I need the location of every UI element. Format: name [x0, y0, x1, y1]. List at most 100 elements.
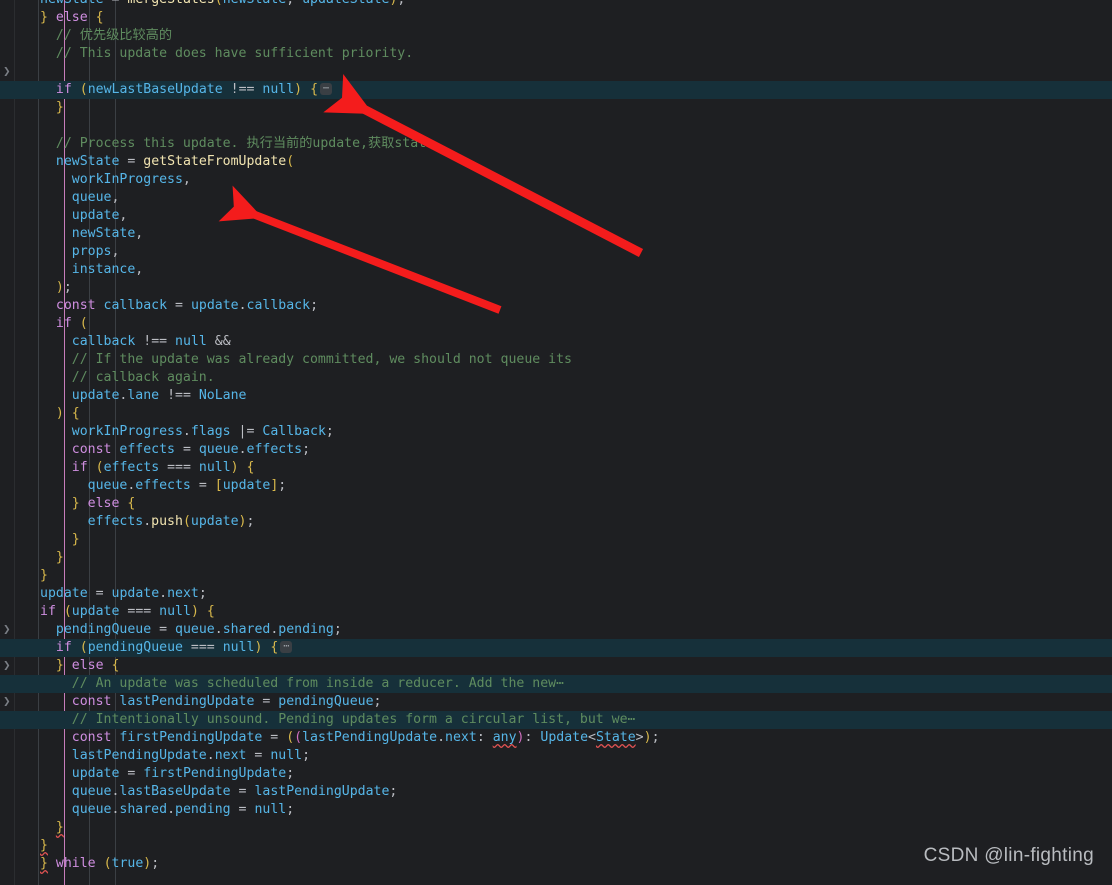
code-line-text: if (pendingQueue === null) {⋯	[40, 639, 293, 657]
code-line-text: instance,	[71, 262, 144, 277]
chevron-right-icon[interactable]: ❯	[3, 63, 12, 81]
code-line[interactable]: }	[0, 567, 1112, 585]
code-line[interactable]: instance,	[0, 261, 1112, 279]
code-line-text: update,	[71, 208, 128, 223]
code-line-text: callback !== null &&	[71, 334, 231, 349]
code-line[interactable]: } else {	[0, 495, 1112, 513]
code-line-text: // 优先级比较高的	[55, 28, 173, 43]
code-line[interactable]: queue.shared.pending = null;	[0, 801, 1112, 819]
chevron-right-icon[interactable]: ❯	[3, 621, 12, 639]
chevron-right-icon[interactable]: ❯	[3, 693, 12, 711]
code-line-text: update = firstPendingUpdate;	[71, 766, 295, 781]
code-line[interactable]: update = update.next;	[0, 585, 1112, 603]
code-line-text: pendingQueue = queue.shared.pending;	[55, 622, 342, 637]
watermark: CSDN @lin-fighting	[923, 845, 1094, 866]
code-line[interactable]: } else { ❯	[0, 657, 1112, 675]
code-line[interactable]: const callback = update.callback;	[0, 297, 1112, 315]
code-line[interactable]: const effects = queue.effects;	[0, 441, 1112, 459]
chevron-right-icon[interactable]: ❯	[3, 657, 12, 675]
code-line[interactable]: newState = mergeStates(newState, updateS…	[0, 0, 1112, 9]
code-line[interactable]: }	[0, 531, 1112, 549]
code-line[interactable]: } else {	[0, 9, 1112, 27]
code-line[interactable]: callback !== null &&	[0, 333, 1112, 351]
code-line[interactable]: // Intentionally unsound. Pending update…	[0, 711, 1112, 729]
code-line-text: queue.shared.pending = null;	[71, 802, 295, 817]
code-line[interactable]: // If the update was already committed, …	[0, 351, 1112, 369]
folded-code-badge[interactable]: ⋯	[320, 83, 333, 95]
code-line-text: queue.effects = [update];	[87, 478, 287, 493]
code-line-text: const lastPendingUpdate = pendingQueue;	[71, 694, 382, 709]
code-line-text: if (update === null) {	[40, 604, 215, 619]
code-line-text: update.lane !== NoLane	[71, 388, 247, 403]
code-line[interactable]: pendingQueue = queue.shared.pending; ❯	[0, 621, 1112, 639]
code-line-text: // Intentionally unsound. Pending update…	[71, 712, 636, 727]
code-line[interactable]: }	[0, 99, 1112, 117]
code-line-text: } while (true);	[40, 856, 160, 871]
code-line-text: props,	[71, 244, 120, 259]
code-line-text: } else {	[55, 658, 120, 673]
code-line[interactable]: const lastPendingUpdate = pendingQueue; ❯	[0, 693, 1112, 711]
code-line[interactable]: lastPendingUpdate.next = null;	[0, 747, 1112, 765]
code-line[interactable]: if (pendingQueue === null) {⋯	[0, 639, 1112, 657]
code-line-text: const callback = update.callback;	[55, 298, 319, 313]
code-line-text: );	[55, 280, 72, 295]
code-line[interactable]: // Process this update. 执行当前的update,获取st…	[0, 135, 1112, 153]
code-line-text: }	[55, 820, 64, 835]
code-line-text: update = update.next;	[40, 586, 207, 601]
code-line[interactable]: if (	[0, 315, 1112, 333]
code-line-text: // An update was scheduled from inside a…	[71, 676, 565, 691]
code-line-text: // callback again.	[71, 370, 215, 385]
code-line[interactable]: props,	[0, 243, 1112, 261]
code-line-text: if (	[55, 316, 88, 331]
code-line-text: if (newLastBaseUpdate !== null) {⋯	[40, 81, 333, 99]
code-line[interactable]: update,	[0, 207, 1112, 225]
code-line-text: effects.push(update);	[87, 514, 255, 529]
code-line-text: workInProgress.flags |= Callback;	[71, 424, 334, 439]
code-line[interactable]	[0, 117, 1112, 135]
code-line[interactable]: workInProgress,	[0, 171, 1112, 189]
code-line[interactable]: queue.lastBaseUpdate = lastPendingUpdate…	[0, 783, 1112, 801]
code-line[interactable]: if (update === null) {	[0, 603, 1112, 621]
code-line-text: // If the update was already committed, …	[71, 352, 572, 367]
code-line[interactable]: // An update was scheduled from inside a…	[0, 675, 1112, 693]
code-line-text: newState = mergeStates(newState, updateS…	[40, 0, 405, 9]
code-line[interactable]: }	[0, 819, 1112, 837]
code-content[interactable]: newState = mergeStates(newState, updateS…	[0, 0, 1112, 876]
code-line[interactable]: update = firstPendingUpdate;	[0, 765, 1112, 783]
code-line-text: } else {	[71, 496, 136, 511]
code-line[interactable]: // callback again.	[0, 369, 1112, 387]
code-line[interactable]: if (effects === null) {	[0, 459, 1112, 477]
code-line-text: }	[55, 550, 64, 565]
code-line[interactable]: );	[0, 279, 1112, 297]
code-line-text: }	[55, 100, 64, 115]
code-line[interactable]: update.lane !== NoLane	[0, 387, 1112, 405]
code-line-text: newState = getStateFromUpdate(	[55, 154, 295, 169]
code-line[interactable]: ❯	[0, 63, 1112, 81]
code-line-text: }	[40, 838, 48, 853]
code-line-text: ) {	[55, 406, 80, 421]
code-line[interactable]: // This update does have sufficient prio…	[0, 45, 1112, 63]
code-line[interactable]: if (newLastBaseUpdate !== null) {⋯	[0, 81, 1112, 99]
code-line[interactable]: // 优先级比较高的	[0, 27, 1112, 45]
code-line-text: }	[40, 568, 48, 583]
code-line[interactable]: newState,	[0, 225, 1112, 243]
code-line[interactable]: workInProgress.flags |= Callback;	[0, 423, 1112, 441]
code-line[interactable]: queue,	[0, 189, 1112, 207]
code-line-text: } else {	[40, 10, 104, 25]
code-line[interactable]: ) {	[0, 405, 1112, 423]
folded-code-badge[interactable]: ⋯	[280, 641, 293, 653]
code-line-text: // Process this update. 执行当前的update,获取st…	[55, 136, 435, 151]
code-line[interactable]: effects.push(update);	[0, 513, 1112, 531]
code-line-text: queue,	[71, 190, 120, 205]
code-line-text: const firstPendingUpdate = ((lastPending…	[71, 730, 660, 745]
code-line-text: queue.lastBaseUpdate = lastPendingUpdate…	[71, 784, 398, 799]
code-line[interactable]: }	[0, 549, 1112, 567]
code-line-text: newState,	[71, 226, 144, 241]
code-line[interactable]: newState = getStateFromUpdate(	[0, 153, 1112, 171]
code-line-text: const effects = queue.effects;	[71, 442, 311, 457]
code-editor[interactable]: newState = mergeStates(newState, updateS…	[0, 0, 1112, 885]
code-line[interactable]: const firstPendingUpdate = ((lastPending…	[0, 729, 1112, 747]
code-line[interactable]: queue.effects = [update];	[0, 477, 1112, 495]
code-line-text: if (effects === null) {	[71, 460, 255, 475]
code-line-text: lastPendingUpdate.next = null;	[71, 748, 311, 763]
